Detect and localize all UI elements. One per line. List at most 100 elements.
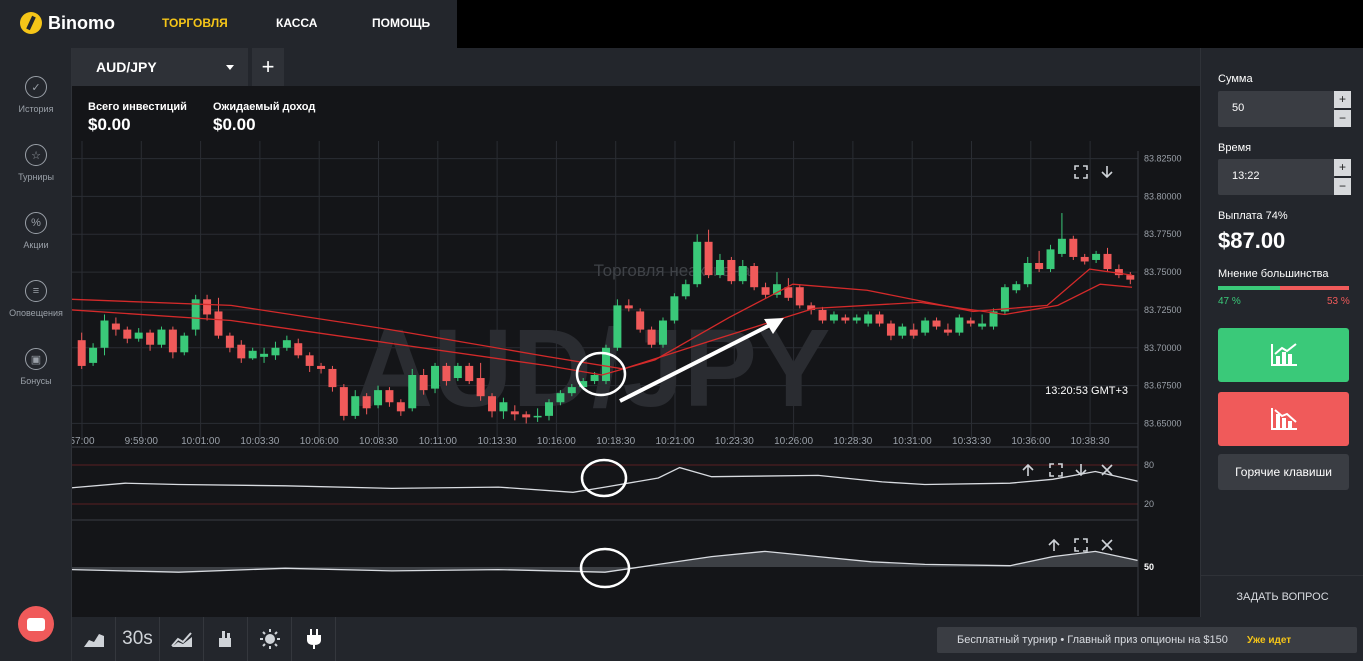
candle-body: [522, 414, 531, 418]
hotkeys-button[interactable]: Горячие клавиши: [1218, 454, 1349, 490]
time-tick-label: 10:11:00: [419, 436, 458, 447]
time-decrease-button[interactable]: −: [1334, 178, 1351, 195]
candle-body: [385, 390, 394, 403]
payout-label: Выплата 74%: [1218, 210, 1288, 222]
time-tick-label: 10:33:30: [952, 436, 991, 447]
majority-bar: [1218, 286, 1349, 290]
sidebar-item-promotions[interactable]: % Акции: [0, 212, 72, 250]
candle-body: [738, 266, 747, 282]
timeframe-button[interactable]: 30s: [116, 617, 160, 661]
candle-body: [624, 305, 633, 309]
chart-area[interactable]: Всего инвестиций $0.00 Ожидаемый доход $…: [72, 86, 1200, 617]
sidebar-item-label: Бонусы: [20, 376, 52, 386]
candle-body: [841, 317, 850, 321]
sidebar-item-tournaments[interactable]: ☆ Турниры: [0, 144, 72, 182]
sidebar-item-label: Оповещения: [9, 308, 63, 318]
price-chart[interactable]: AUD/JPY Торговля неактивна 802050 83.825…: [72, 86, 1200, 617]
top-bar: Binomo ТОРГОВЛЯ КАССА ПОМОЩЬ: [0, 0, 457, 48]
candle-body: [590, 375, 599, 382]
theme-sun-icon[interactable]: [248, 617, 292, 661]
nav-help[interactable]: ПОМОЩЬ: [372, 16, 430, 30]
bottom-toolbar: 30s Бесплатный турнир • Главный приз опц…: [72, 617, 1363, 661]
candle-body: [180, 335, 189, 353]
candle-body: [339, 387, 348, 416]
majority-bar-fill: [1218, 286, 1280, 290]
gift-icon: ▣: [25, 348, 47, 370]
time-tick-label: 10:31:00: [893, 436, 932, 447]
candle-body: [1080, 256, 1089, 262]
time-tick-label: 10:01:00: [181, 436, 220, 447]
arrow-up-icon[interactable]: [1022, 463, 1034, 476]
candle-body: [533, 415, 542, 418]
add-asset-button[interactable]: +: [252, 48, 284, 86]
candle-body: [328, 368, 337, 388]
osc2-tick-label: 50: [1144, 562, 1154, 572]
candle-body: [636, 311, 645, 330]
sidebar-item-notifications[interactable]: ≡ Оповещения: [0, 280, 72, 318]
nav-cashier[interactable]: КАССА: [276, 16, 317, 30]
candle-body: [715, 259, 724, 276]
trading-status-text: Торговля неактивна: [594, 261, 751, 280]
candle-body: [282, 340, 291, 348]
plug-icon[interactable]: [292, 617, 336, 661]
expand-icon[interactable]: [1074, 165, 1088, 179]
candle-body: [1046, 249, 1055, 270]
arrow-up-icon[interactable]: [1048, 538, 1060, 551]
price-tick-label: 83.72500: [1144, 305, 1182, 315]
candle-body: [829, 314, 838, 321]
expand-icon[interactable]: [1049, 463, 1063, 477]
price-tick-label: 83.65000: [1144, 418, 1182, 428]
asset-selector[interactable]: AUD/JPY: [72, 48, 248, 86]
candle-body: [431, 365, 440, 389]
arrow-down-icon[interactable]: [1101, 166, 1113, 179]
chat-icon: [27, 617, 45, 631]
put-down-button[interactable]: [1218, 392, 1349, 446]
sidebar-item-bonuses[interactable]: ▣ Бонусы: [0, 348, 72, 386]
candle-body: [864, 314, 873, 324]
candle-body: [647, 329, 656, 345]
candle-body: [317, 365, 326, 369]
logo[interactable]: Binomo: [20, 12, 115, 34]
candle-body: [214, 311, 223, 336]
indicators-icon[interactable]: [160, 617, 204, 661]
candle-body: [1023, 263, 1032, 285]
time-increase-button[interactable]: +: [1334, 159, 1351, 176]
amount-decrease-button[interactable]: −: [1334, 110, 1351, 127]
close-icon[interactable]: [1101, 539, 1113, 551]
candle-body: [1069, 238, 1078, 257]
candle-body: [203, 299, 212, 315]
top-bar-filler: [457, 0, 1363, 48]
nav-trading[interactable]: ТОРГОВЛЯ: [162, 16, 228, 30]
sidebar-item-label: Акции: [23, 240, 49, 250]
sidebar-item-history[interactable]: ✓ История: [0, 76, 72, 114]
call-up-button[interactable]: [1218, 328, 1349, 382]
time-tick-label: 10:13:30: [478, 436, 517, 447]
candle-body: [465, 365, 474, 382]
amount-input[interactable]: 50: [1218, 91, 1335, 127]
time-label: Время: [1218, 142, 1252, 154]
candle-body: [499, 402, 508, 412]
price-tick-label: 83.67500: [1144, 381, 1182, 391]
chat-button[interactable]: [18, 606, 54, 642]
osc1-line: [72, 466, 1139, 493]
candle-body: [909, 329, 918, 336]
drawing-tools-icon[interactable]: [204, 617, 248, 661]
arrow-up-icon-path: [1022, 463, 1034, 476]
close-icon-path: [1101, 539, 1113, 551]
time-tick-label: 57:00: [72, 436, 95, 447]
time-tick-label: 9:59:00: [125, 436, 159, 447]
time-input[interactable]: 13:22: [1218, 159, 1335, 195]
ask-question-button[interactable]: ЗАДАТЬ ВОПРОС: [1201, 575, 1363, 617]
candle-body: [134, 332, 143, 339]
tournament-banner[interactable]: Бесплатный турнир • Главный приз опционы…: [937, 627, 1357, 653]
chart-type-icon[interactable]: [72, 617, 116, 661]
candle-body: [89, 347, 98, 363]
sidebar-item-label: Турниры: [18, 172, 54, 182]
expand-icon[interactable]: [1074, 538, 1088, 552]
candle-body: [545, 402, 553, 416]
time-tick-label: 10:26:00: [774, 436, 813, 447]
amount-increase-button[interactable]: +: [1334, 91, 1351, 108]
candle-body: [123, 329, 132, 339]
candle-body: [453, 365, 462, 379]
time-tick-label: 10:03:30: [240, 436, 279, 447]
